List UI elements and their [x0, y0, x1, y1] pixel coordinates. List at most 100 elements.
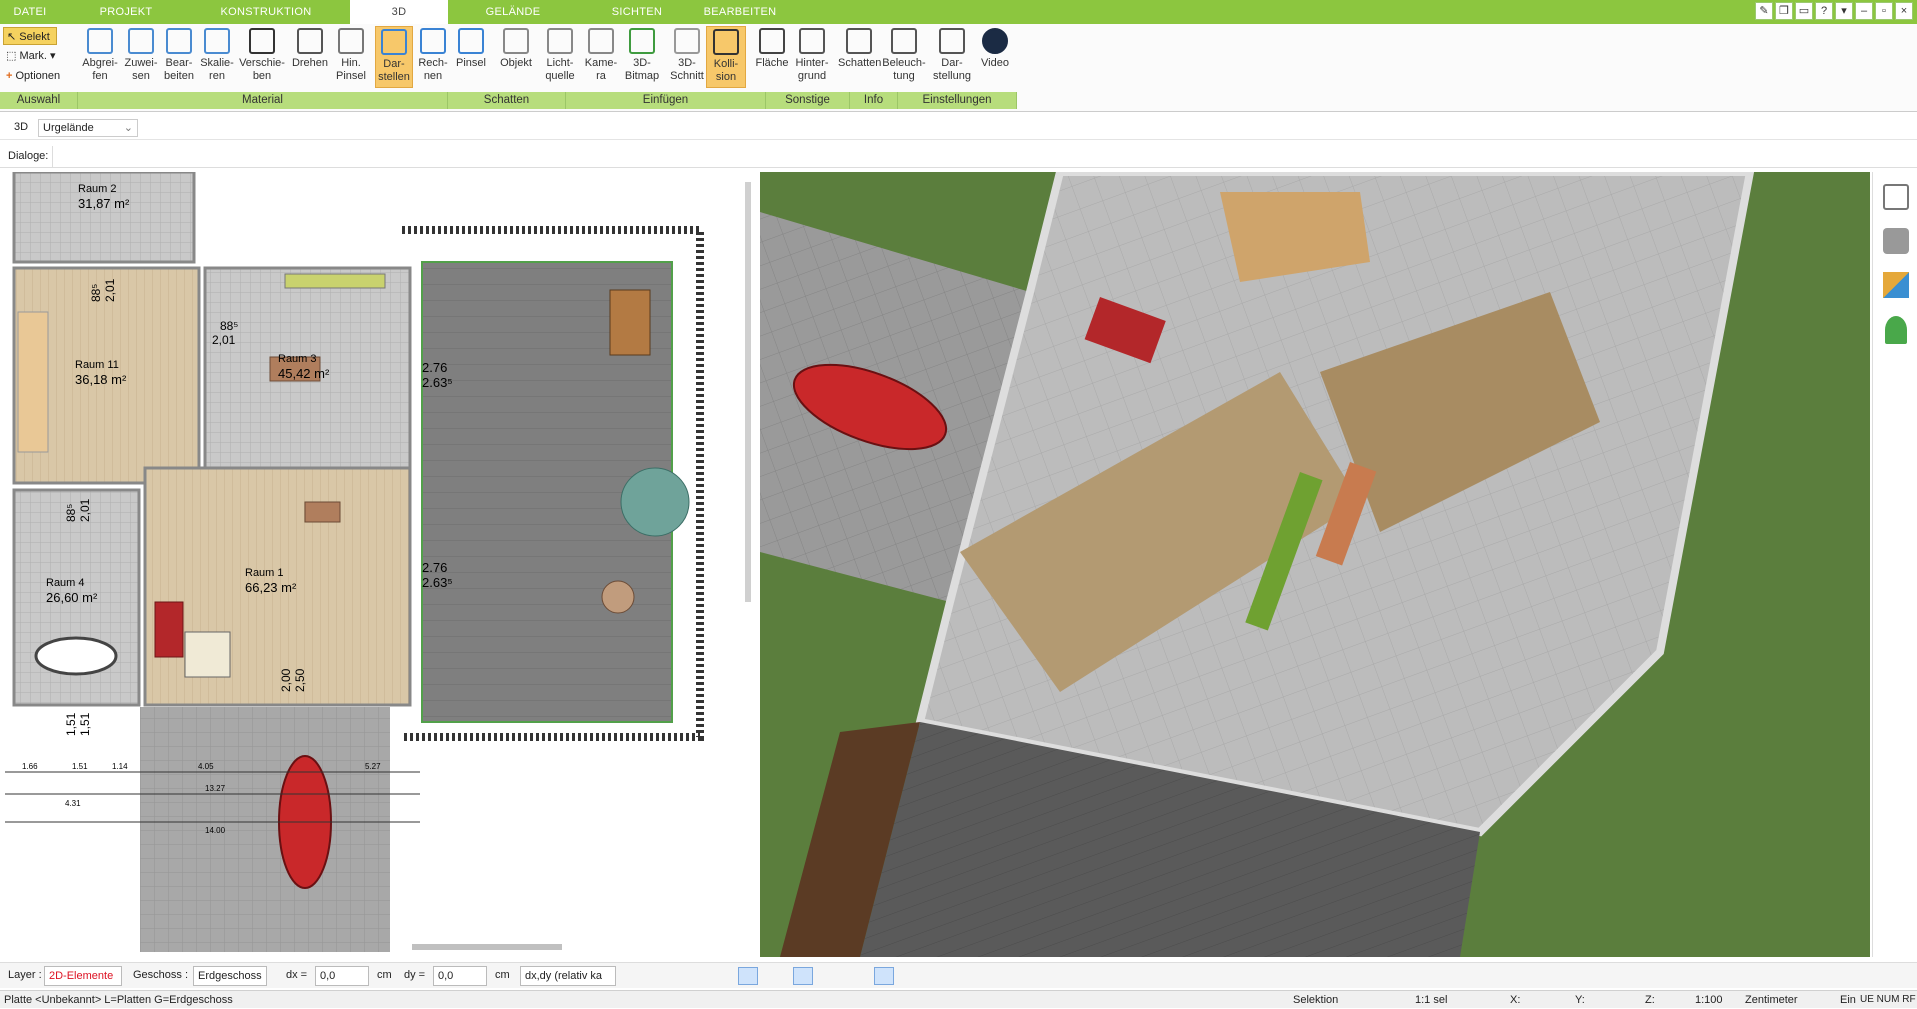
plane-icon[interactable]: [793, 967, 813, 985]
palette-icon[interactable]: [1883, 272, 1909, 298]
3d-bitmap-icon: [629, 28, 655, 54]
pen-icon[interactable]: ✎: [1755, 2, 1773, 20]
desk[interactable]: [304, 501, 341, 523]
tree-icon[interactable]: [1885, 316, 1907, 344]
view-3d[interactable]: [760, 172, 1870, 957]
terrain-icon[interactable]: [766, 967, 786, 985]
hin-pinsel-button[interactable]: Hin. Pinsel: [330, 26, 372, 88]
monitor-icon[interactable]: [658, 967, 678, 985]
skalieren-button[interactable]: Skalie- ren: [198, 26, 236, 88]
verschieben-button[interactable]: Verschie- ben: [236, 26, 288, 88]
wave-icon[interactable]: [820, 967, 840, 985]
pinsel-button[interactable]: Pinsel: [452, 26, 490, 88]
sofa[interactable]: [154, 601, 184, 658]
close-icon[interactable]: ×: [1895, 2, 1913, 20]
3d-bitmap-button[interactable]: 3D- Bitmap: [620, 26, 664, 88]
view-bar: 3D Urgelände ⌄: [0, 116, 1917, 140]
horizontal-scrollbar[interactable]: [412, 944, 562, 950]
lichtquelle-button[interactable]: Licht- quelle: [538, 26, 582, 88]
kollision-button[interactable]: Kolli- sion: [706, 26, 746, 88]
flaeche-button[interactable]: Fläche: [752, 26, 792, 88]
optionen-button[interactable]: + Optionen: [3, 67, 73, 85]
floor-plan-canvas[interactable]: Raum 2 31,87 m² Raum 11 36,18 m² Raum 3 …: [0, 172, 756, 952]
dim-label: 2,01: [103, 278, 117, 302]
tab-projekt[interactable]: PROJEKT: [66, 0, 186, 24]
dropdown-icon[interactable]: ▾: [1835, 2, 1853, 20]
dy-input[interactable]: 0,0: [433, 966, 487, 986]
snap-icon[interactable]: [738, 967, 758, 985]
windows-icon[interactable]: ▭: [1795, 2, 1813, 20]
darstellung-button[interactable]: Dar- stellung: [930, 26, 974, 88]
abgreifen-button[interactable]: Abgrei- fen: [80, 26, 120, 88]
darstellen-icon: [381, 29, 407, 55]
dim-label: 2,00: [279, 668, 293, 692]
dim-label: 2.76: [422, 560, 447, 575]
kamera-button[interactable]: Kame- ra: [582, 26, 620, 88]
status-bar: Platte <Unbekannt> L=Platten G=Erdgescho…: [0, 990, 1917, 1008]
darstellung-icon: [939, 28, 965, 54]
dim-label: 2.76: [422, 360, 447, 375]
help-icon[interactable]: ?: [1815, 2, 1833, 20]
tab-bearbeiten[interactable]: BEARBEITEN: [700, 0, 780, 24]
north-icon[interactable]: [874, 967, 894, 985]
restore-icon[interactable]: ❐: [1775, 2, 1793, 20]
tab-gelaende[interactable]: GELÄNDE: [458, 0, 568, 24]
coordinate-mode-select[interactable]: dx,dy (relativ ka: [520, 966, 616, 986]
bathtub[interactable]: [34, 636, 118, 676]
coffee-table[interactable]: [184, 631, 231, 678]
terrain-select[interactable]: Urgelände ⌄: [38, 119, 138, 137]
terrace-table[interactable]: [609, 289, 651, 356]
bearbeiten-icon: [166, 28, 192, 54]
objekt-icon: [503, 28, 529, 54]
vertical-scrollbar[interactable]: [745, 182, 751, 602]
layers-tool-icon[interactable]: [685, 967, 705, 985]
parasol[interactable]: [620, 467, 690, 537]
maximize-icon[interactable]: ▫: [1875, 2, 1893, 20]
more-icon[interactable]: [910, 967, 930, 985]
dim-label: 88⁵: [220, 319, 238, 333]
tab-konstruktion[interactable]: KONSTRUKTION: [192, 0, 340, 24]
beleuchtung-button[interactable]: Beleuch- tung: [880, 26, 928, 88]
driveway[interactable]: [140, 707, 390, 952]
grid-icon[interactable]: [847, 967, 867, 985]
drehen-button[interactable]: Drehen: [290, 26, 330, 88]
clock-icon[interactable]: [631, 967, 651, 985]
verschieben-icon: [249, 28, 275, 54]
hintergrund-button[interactable]: Hinter- grund: [790, 26, 834, 88]
minimize-icon[interactable]: –: [1855, 2, 1873, 20]
chair-icon[interactable]: [1883, 228, 1909, 254]
3d-toolbar: [1872, 172, 1917, 957]
schatten-button[interactable]: Schatten: [838, 26, 881, 88]
objekt-button[interactable]: Objekt: [496, 26, 536, 88]
bearbeiten-button[interactable]: Bear- beiten: [160, 26, 198, 88]
3d-schnitt-button[interactable]: 3D- Schnitt: [668, 26, 706, 88]
status-x: X:: [1510, 994, 1521, 1006]
tab-datei[interactable]: DATEI: [0, 0, 60, 24]
staircase[interactable]: [17, 311, 49, 453]
geschoss-select[interactable]: Erdgeschoss: [193, 966, 267, 986]
3d-scene[interactable]: [760, 172, 1870, 957]
floor-plan-2d[interactable]: Raum 2 31,87 m² Raum 11 36,18 m² Raum 3 …: [0, 172, 756, 952]
tab-3d[interactable]: 3D: [350, 0, 448, 26]
drehen-label: Drehen: [291, 57, 329, 69]
darstellen-button[interactable]: Dar- stellen: [375, 26, 413, 88]
zuweisen-button[interactable]: Zuwei- sen: [122, 26, 160, 88]
rechnen-button[interactable]: Rech- nen: [414, 26, 452, 88]
layer-select[interactable]: 2D-Elemente: [44, 966, 122, 986]
selekt-button[interactable]: ↖ Selekt: [3, 27, 57, 45]
mark-button[interactable]: ⬚ Mark. ▾: [3, 47, 63, 65]
room-label-1: Raum 1: [245, 567, 284, 579]
kamera-label: Kame- ra: [584, 57, 618, 82]
layers-icon[interactable]: [1883, 184, 1909, 210]
abgreifen-icon: [87, 28, 113, 54]
dx-input[interactable]: 0,0: [315, 966, 369, 986]
beleuchtung-icon: [891, 28, 917, 54]
round-table[interactable]: [601, 580, 635, 614]
rechnen-icon: [420, 28, 446, 54]
tab-sichten[interactable]: SICHTEN: [580, 0, 694, 24]
object-icon[interactable]: [712, 967, 732, 985]
dim-label: 88⁵: [89, 284, 103, 302]
kitchen-counter[interactable]: [284, 273, 386, 289]
video-button[interactable]: Video: [975, 26, 1015, 88]
dim-label: 14.00: [205, 826, 226, 835]
